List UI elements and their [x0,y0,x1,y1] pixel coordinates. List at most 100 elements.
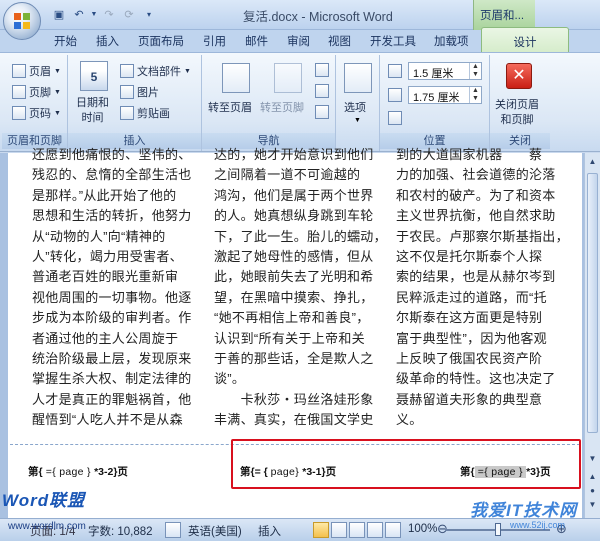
page-number-button[interactable]: 页码 ▼ [12,105,61,121]
text-line: 从“动物的人”向“精神的 [32,228,166,244]
document-parts-button[interactable]: 文档部件 ▼ [120,63,191,79]
text-line: 还愿到他痛恨的、坚伟的、 [32,147,192,162]
options-dropdown-icon: ▼ [354,117,361,124]
previous-page-icon[interactable]: ▲ [587,471,598,482]
customize-qat-icon[interactable]: ▾ [140,5,158,23]
goto-footer-button[interactable]: 转至页脚 [260,99,304,115]
header-margin-input[interactable]: 1.5 厘米 ▲ ▼ [408,62,482,80]
text-line: 醒悟到“人吃人并不是从森 [32,412,183,428]
picture-button[interactable]: 图片 [120,84,159,100]
options-icon [344,63,372,93]
text-line: “她不再相信上帝和善良”， [214,310,370,326]
outline-view-icon[interactable] [367,522,383,538]
text-column-3: 到的大道国家机器 蔡力的加强、社会道德的沦落 和农村的破产。为了和资本 主义世界抗衡… [396,145,576,431]
group-close: ✕ 关闭页眉 和页脚 关闭 [490,55,550,151]
quick-access-toolbar: ▣ ↶ ▼ ↷ ⟳ ▾ [50,5,158,23]
ribbon: 页眉 ▼ 页脚 ▼ 页码 ▼ 页眉和页脚 5 日期和 时间 文档部件 ▼ 图片 剪贴画 插… [0,52,600,152]
link-to-previous-button[interactable] [315,105,329,119]
tab-page-layout[interactable]: 页面布局 [138,33,184,49]
doc-parts-label: 文档部件 [137,66,181,78]
document-area: 还愿到他痛恨的、坚伟的、 残忍的、怠惰的全部生活也 是那样。”从此开始了他的 思想和生… [0,147,584,518]
text-line: 掌握生杀大权、制定法律的 [32,371,192,387]
text-column-1: 还愿到他痛恨的、坚伟的、 残忍的、怠惰的全部生活也 是那样。”从此开始了他的 思想和生… [32,145,212,431]
goto-header-label: 转至页眉 [208,102,252,114]
text-line: 者通过他的主人公周旋于 [32,330,179,346]
text-line: 卡秋莎・玛丝洛娃形象 [214,391,374,407]
draft-view-icon[interactable] [385,522,401,538]
footer-button[interactable]: 页脚 ▼ [12,84,61,100]
date-time-button[interactable]: 日期和 时间 [76,96,109,126]
undo-icon[interactable]: ↶ [70,5,88,23]
close-icon: ✕ [506,63,532,89]
watermark-52ij: 我爱IT技术网 [470,501,578,520]
zoom-level[interactable]: 100% [408,523,437,535]
date-time-label-2: 时间 [81,112,104,124]
tab-view[interactable]: 视图 [328,33,351,49]
zoom-slider-knob[interactable] [495,523,501,536]
group-options: 选项 ▼ [336,55,380,151]
tab-references[interactable]: 引用 [203,33,226,49]
redo-icon[interactable]: ↷ [100,5,118,23]
text-line: 下，了此一生。胎儿的蠕动， [214,228,387,244]
tab-home[interactable]: 开始 [54,33,77,49]
footer-left-suffix: *3-2}页 [94,466,128,478]
document-parts-icon [120,64,134,78]
text-line: 聂赫留道夫形象的典型意 [396,391,543,407]
text-line: 激起了她母性的感情，但从 [214,249,374,265]
context-tab-header: 页眉和... [473,0,535,30]
document-page[interactable]: 还愿到他痛恨的、坚伟的、 残忍的、怠惰的全部生活也 是那样。”从此开始了他的 思想和生… [8,147,582,518]
vertical-scrollbar[interactable]: ▲ ▼ ▲ ● ▼ [584,153,600,518]
full-screen-reading-icon[interactable] [331,522,347,538]
text-line: 和农村的破产。为了和资本 [396,187,556,203]
tab-mailings[interactable]: 邮件 [245,33,268,49]
next-page-icon[interactable]: ▼ [587,499,598,510]
scrollbar-thumb[interactable] [587,173,598,433]
office-button[interactable] [3,2,41,40]
repeat-icon[interactable]: ⟳ [120,5,138,23]
next-section-button[interactable] [315,84,329,98]
footer-margin-spinner[interactable]: ▲ ▼ [469,87,481,103]
scroll-down-icon[interactable]: ▼ [587,453,598,464]
calendar-icon: 5 [80,61,108,91]
text-line: 认识到“所有关于上帝和关 [214,330,365,346]
word-count[interactable]: 字数: 10,882 [88,523,153,539]
tab-design[interactable]: 设计 [481,27,569,53]
tab-developer[interactable]: 开发工具 [370,33,416,49]
text-line: 望，在黑暗中摸索、挣扎， [214,289,374,305]
footer-margin-input[interactable]: 1.75 厘米 ▲ ▼ [408,86,482,104]
page-number-label: 页码 [29,108,51,120]
previous-section-button[interactable] [315,63,329,77]
alignment-tab-icon[interactable] [388,111,402,125]
group-position: 1.5 厘米 ▲ ▼ 1.75 厘米 ▲ ▼ 位置 [380,55,490,151]
header-button[interactable]: 页眉 ▼ [12,63,61,79]
office-logo-icon [14,13,30,29]
goto-header-button[interactable]: 转至页眉 [208,99,252,115]
close-label-2: 和页脚 [500,114,534,126]
clipart-button[interactable]: 剪贴画 [120,105,170,121]
web-layout-icon[interactable] [349,522,365,538]
select-browse-object-icon[interactable]: ● [587,485,598,496]
undo-dropdown-icon[interactable]: ▼ [90,5,98,23]
date-time-label-1: 日期和 [76,97,109,109]
tab-addins[interactable]: 加载项 [434,33,469,49]
scroll-up-icon[interactable]: ▲ [587,156,598,167]
footer-left-field[interactable]: 第{ ={ page } *3-2}页 [28,464,128,479]
footer-left-code: ={ page } [42,466,95,478]
header-margin-spinner[interactable]: ▲ ▼ [469,63,481,79]
text-line: 残忍的、怠惰的全部生活也 [32,167,192,183]
tab-insert[interactable]: 插入 [96,33,119,49]
save-icon[interactable]: ▣ [50,5,68,23]
tab-review[interactable]: 审阅 [287,33,310,49]
text-line: 视他周围的一切事物。他逐 [32,289,192,305]
close-header-footer-button[interactable]: 关闭页眉 和页脚 [495,98,539,128]
text-line: 尔斯泰在这方面更是特别 [396,310,543,326]
text-line: 步成为本阶级的审判者。作 [32,310,192,326]
language-indicator[interactable]: 英语(美国) [188,523,242,539]
proofing-icon[interactable] [165,522,181,538]
insert-mode-indicator[interactable]: 插入 [258,523,281,539]
header-position-icon [388,64,402,78]
print-layout-icon[interactable] [313,522,329,538]
text-line: 普通老百姓的眼光重新审 [32,269,179,285]
footer-icon [12,85,26,99]
options-button[interactable]: 选项 [344,99,366,115]
